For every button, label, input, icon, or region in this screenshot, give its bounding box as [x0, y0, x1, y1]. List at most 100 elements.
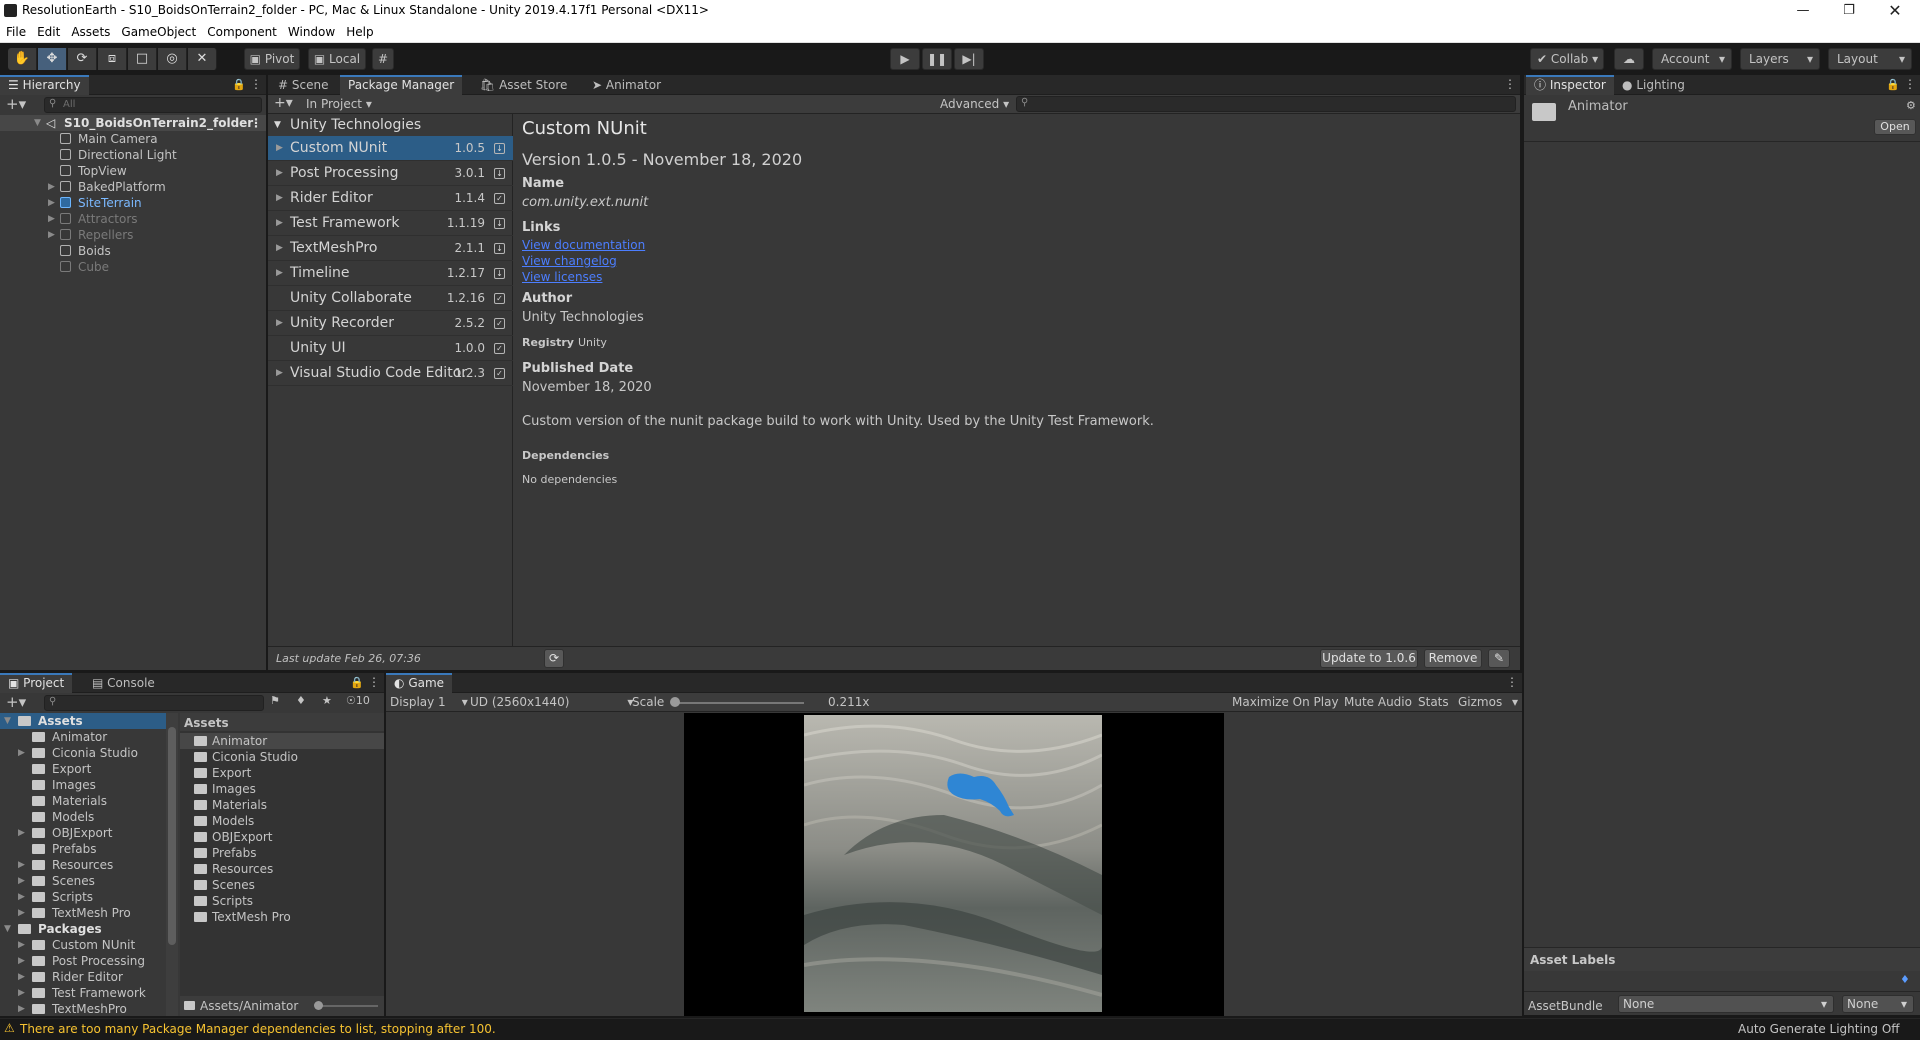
project-search-input[interactable]: ⚲	[44, 695, 264, 711]
project-tree-item[interactable]: ▶ Post Processing	[0, 953, 166, 969]
remove-button[interactable]: Remove	[1424, 649, 1482, 668]
local-toggle[interactable]: ▣ Local	[308, 48, 366, 70]
tab-hierarchy[interactable]: ☰ Hierarchy	[0, 75, 89, 95]
project-tree-item[interactable]: ▶ Custom NUnit	[0, 937, 166, 953]
layers-dropdown[interactable]: Layers ▾	[1740, 48, 1820, 70]
tab-scene[interactable]: # Scene	[270, 75, 336, 95]
rect-tool-icon[interactable]: □	[128, 48, 157, 70]
project-tree-item[interactable]: ▶ Ciconia Studio	[0, 745, 166, 761]
hierarchy-search-input[interactable]: ⚲ All	[44, 97, 262, 113]
pivot-toggle[interactable]: ▣ Pivot	[244, 48, 300, 70]
project-tree-item[interactable]: ▶ TextMesh Pro	[0, 905, 166, 921]
project-tree-item[interactable]: ▶ OBJExport	[0, 825, 166, 841]
chevron-right-icon[interactable]: ▶	[276, 136, 283, 160]
package-row[interactable]: ▶ Unity Recorder 2.5.2 ✓	[268, 311, 513, 336]
asset-item[interactable]: Scripts	[180, 893, 384, 909]
add-icon[interactable]: +▾	[6, 95, 26, 113]
hierarchy-item[interactable]: Boids	[0, 243, 266, 259]
project-tree-item[interactable]: Materials	[0, 793, 166, 809]
chevron-right-icon[interactable]: ▶	[276, 236, 283, 260]
tab-game[interactable]: ◐ Game	[386, 673, 453, 693]
package-row[interactable]: ▶ Test Framework 1.1.19 ↓	[268, 211, 513, 236]
chevron-down-icon[interactable]: ▼	[4, 921, 14, 937]
account-dropdown[interactable]: Account ▾	[1652, 48, 1732, 70]
hidden-packages-toggle[interactable]: ☉10	[346, 694, 370, 707]
chevron-down-icon[interactable]: ▼	[4, 713, 14, 729]
advanced-dropdown[interactable]: Advanced ▾	[940, 97, 1009, 111]
rotate-tool-icon[interactable]: ⟳	[68, 48, 97, 70]
menu-file[interactable]: File	[0, 22, 31, 39]
edit-icon[interactable]: ✎	[1488, 649, 1510, 668]
package-row[interactable]: ▶ Rider Editor 1.1.4 ✓	[268, 186, 513, 211]
play-icon[interactable]: ▶	[890, 48, 920, 70]
menu-window[interactable]: Window	[282, 22, 340, 39]
favorite-icon[interactable]: ★	[322, 694, 332, 707]
asset-item[interactable]: TextMesh Pro	[180, 909, 384, 925]
maximize-on-play-toggle[interactable]: Maximize On Play	[1232, 695, 1339, 709]
project-tree-item[interactable]: ▶ Rider Editor	[0, 969, 166, 985]
more-icon[interactable]: ⋮	[250, 77, 262, 91]
lock-icon[interactable]: 🔒	[350, 676, 364, 689]
chevron-right-icon[interactable]: ▶	[18, 953, 28, 969]
hierarchy-item[interactable]: ▶ Repellers	[0, 227, 266, 243]
project-tree-item[interactable]: Export	[0, 761, 166, 777]
asset-item[interactable]: Animator	[180, 733, 384, 749]
layout-dropdown[interactable]: Layout ▾	[1828, 48, 1912, 70]
package-row[interactable]: ▶ TextMeshPro 2.1.1 ↓	[268, 236, 513, 261]
view-changelog-link[interactable]: View changelog	[522, 254, 617, 268]
more-icon[interactable]: ⋮	[368, 675, 380, 689]
icon-size-slider[interactable]	[318, 1005, 378, 1007]
menu-help[interactable]: Help	[340, 22, 378, 39]
display-dropdown[interactable]: Display 1 ▾	[390, 695, 468, 709]
menu-assets[interactable]: Assets	[65, 22, 115, 39]
game-viewport[interactable]	[684, 713, 1224, 1016]
settings-icon[interactable]: ⚙	[1906, 99, 1916, 112]
hierarchy-item[interactable]: ▶ SiteTerrain	[0, 195, 266, 211]
step-icon[interactable]: ▶|	[954, 48, 984, 70]
chevron-right-icon[interactable]: ▶	[276, 186, 283, 210]
project-tree-item[interactable]: ▶ TextMeshPro	[0, 1001, 166, 1016]
tab-animator[interactable]: ➤ Animator	[584, 75, 669, 95]
hierarchy-item[interactable]: Cube	[0, 259, 266, 275]
pause-icon[interactable]: ❚❚	[922, 48, 952, 70]
pm-search-input[interactable]: ⚲	[1016, 96, 1516, 112]
asset-item[interactable]: Materials	[180, 797, 384, 813]
asset-item[interactable]: Export	[180, 765, 384, 781]
chevron-right-icon[interactable]: ▶	[48, 179, 58, 195]
tab-console[interactable]: ▤ Console	[84, 673, 163, 693]
collab-dropdown[interactable]: ✔ Collab ▾	[1530, 48, 1604, 70]
package-row[interactable]: Unity UI 1.0.0 ✓	[268, 336, 513, 361]
package-row[interactable]: Unity Collaborate 1.2.16 ✓	[268, 286, 513, 311]
chevron-right-icon[interactable]: ▶	[276, 311, 283, 335]
asset-item[interactable]: Resources	[180, 861, 384, 877]
hierarchy-item[interactable]: Directional Light	[0, 147, 266, 163]
slider-thumb[interactable]	[314, 1001, 323, 1010]
asset-item[interactable]: OBJExport	[180, 829, 384, 845]
tab-inspector[interactable]: ⓘ Inspector	[1526, 75, 1614, 95]
restore-icon[interactable]: ❐	[1826, 0, 1872, 22]
project-tree-item[interactable]: Models	[0, 809, 166, 825]
project-tree-item[interactable]: ▼ Packages	[0, 921, 166, 937]
asset-item[interactable]: Images	[180, 781, 384, 797]
menu-component[interactable]: Component	[201, 22, 282, 39]
chevron-right-icon[interactable]: ▶	[48, 227, 58, 243]
view-documentation-link[interactable]: View documentation	[522, 238, 645, 252]
minimize-icon[interactable]: —	[1780, 0, 1826, 22]
hierarchy-item[interactable]: TopView	[0, 163, 266, 179]
project-tree-item[interactable]: ▶ Test Framework	[0, 985, 166, 1001]
chevron-right-icon[interactable]: ▶	[18, 873, 28, 889]
update-button[interactable]: Update to 1.0.6	[1320, 649, 1418, 668]
package-row[interactable]: ▶ Timeline 1.2.17 ↓	[268, 261, 513, 286]
assetbundle-dropdown[interactable]: None ▾	[1618, 995, 1834, 1013]
filter-label-icon[interactable]: ♦	[296, 694, 306, 707]
filter-type-icon[interactable]: ⚑	[270, 694, 280, 707]
resolution-dropdown[interactable]: UD (2560x1440) ▾	[470, 695, 633, 709]
project-tree-item[interactable]: ▶ Scenes	[0, 873, 166, 889]
scale-tool-icon[interactable]: ⧈	[98, 48, 127, 70]
menu-gameobject[interactable]: GameObject	[115, 22, 201, 39]
project-tree-item[interactable]: Images	[0, 777, 166, 793]
chevron-right-icon[interactable]: ▶	[18, 969, 28, 985]
hierarchy-item[interactable]: ▶ Attractors	[0, 211, 266, 227]
chevron-right-icon[interactable]: ▶	[276, 261, 283, 285]
add-package-icon[interactable]: +▾	[274, 95, 293, 111]
